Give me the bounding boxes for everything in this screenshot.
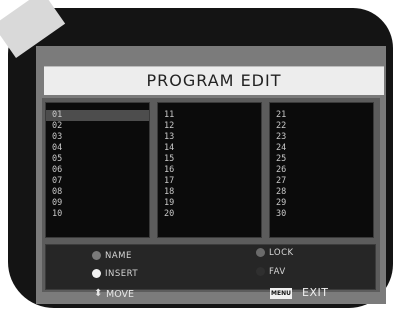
channel-item[interactable]: 10 <box>46 209 149 220</box>
name-key-icon <box>92 251 101 260</box>
channel-item[interactable]: 30 <box>270 209 373 220</box>
channel-item[interactable]: 03 <box>46 132 149 143</box>
program-panel: 01 02 03 04 05 06 07 08 09 10 11 12 13 1… <box>42 98 380 292</box>
channel-item[interactable]: 17 <box>158 176 261 187</box>
legend-fav: FAV <box>269 267 286 277</box>
channel-item[interactable]: 15 <box>158 154 261 165</box>
title-bar: PROGRAM EDIT <box>44 66 384 95</box>
channel-column-2: 11 12 13 14 15 16 17 18 19 20 <box>157 102 262 238</box>
channel-item[interactable]: 20 <box>158 209 261 220</box>
channel-item[interactable]: 16 <box>158 165 261 176</box>
channel-item[interactable]: 14 <box>158 143 261 154</box>
channel-item[interactable]: 09 <box>46 198 149 209</box>
fav-key-icon <box>256 267 265 276</box>
legend-insert: INSERT <box>105 269 139 279</box>
channel-column-3: 21 22 23 24 25 26 27 28 29 30 <box>269 102 374 238</box>
channel-item[interactable]: 18 <box>158 187 261 198</box>
screen: PROGRAM EDIT 01 02 03 04 05 06 07 08 09 … <box>36 46 386 304</box>
channel-item[interactable]: 01 <box>46 110 149 121</box>
footer-hints: ⬍ MOVE MENU EXIT <box>42 286 380 302</box>
channel-item[interactable]: 12 <box>158 121 261 132</box>
menu-key-icon: MENU <box>270 288 292 299</box>
channel-item[interactable]: 22 <box>270 121 373 132</box>
channel-item[interactable]: 29 <box>270 198 373 209</box>
channel-item[interactable]: 27 <box>270 176 373 187</box>
channel-item[interactable]: 07 <box>46 176 149 187</box>
channel-item[interactable]: 25 <box>270 154 373 165</box>
channel-item[interactable]: 28 <box>270 187 373 198</box>
channel-item[interactable]: 21 <box>270 110 373 121</box>
exit-hint: EXIT <box>302 286 329 299</box>
up-down-arrow-icon: ⬍ <box>94 288 103 299</box>
lock-key-icon <box>256 248 265 257</box>
channel-item[interactable]: 08 <box>46 187 149 198</box>
channel-item[interactable]: 24 <box>270 143 373 154</box>
channel-item[interactable]: 06 <box>46 165 149 176</box>
legend-name: NAME <box>105 251 132 261</box>
legend-lock: LOCK <box>269 248 294 258</box>
channel-item[interactable]: 05 <box>46 154 149 165</box>
channel-item[interactable]: 04 <box>46 143 149 154</box>
tv-bezel: PROGRAM EDIT 01 02 03 04 05 06 07 08 09 … <box>8 8 393 308</box>
channel-item[interactable]: 19 <box>158 198 261 209</box>
channel-item[interactable]: 13 <box>158 132 261 143</box>
channel-column-1: 01 02 03 04 05 06 07 08 09 10 <box>45 102 150 238</box>
move-hint: MOVE <box>106 289 135 300</box>
insert-key-icon <box>92 269 101 278</box>
channel-item[interactable]: 02 <box>46 121 149 132</box>
legend-box: NAME INSERT LOCK FAV <box>45 244 376 290</box>
page-title: PROGRAM EDIT <box>146 71 282 90</box>
channel-item[interactable]: 23 <box>270 132 373 143</box>
channel-item[interactable]: 11 <box>158 110 261 121</box>
channel-item[interactable]: 26 <box>270 165 373 176</box>
